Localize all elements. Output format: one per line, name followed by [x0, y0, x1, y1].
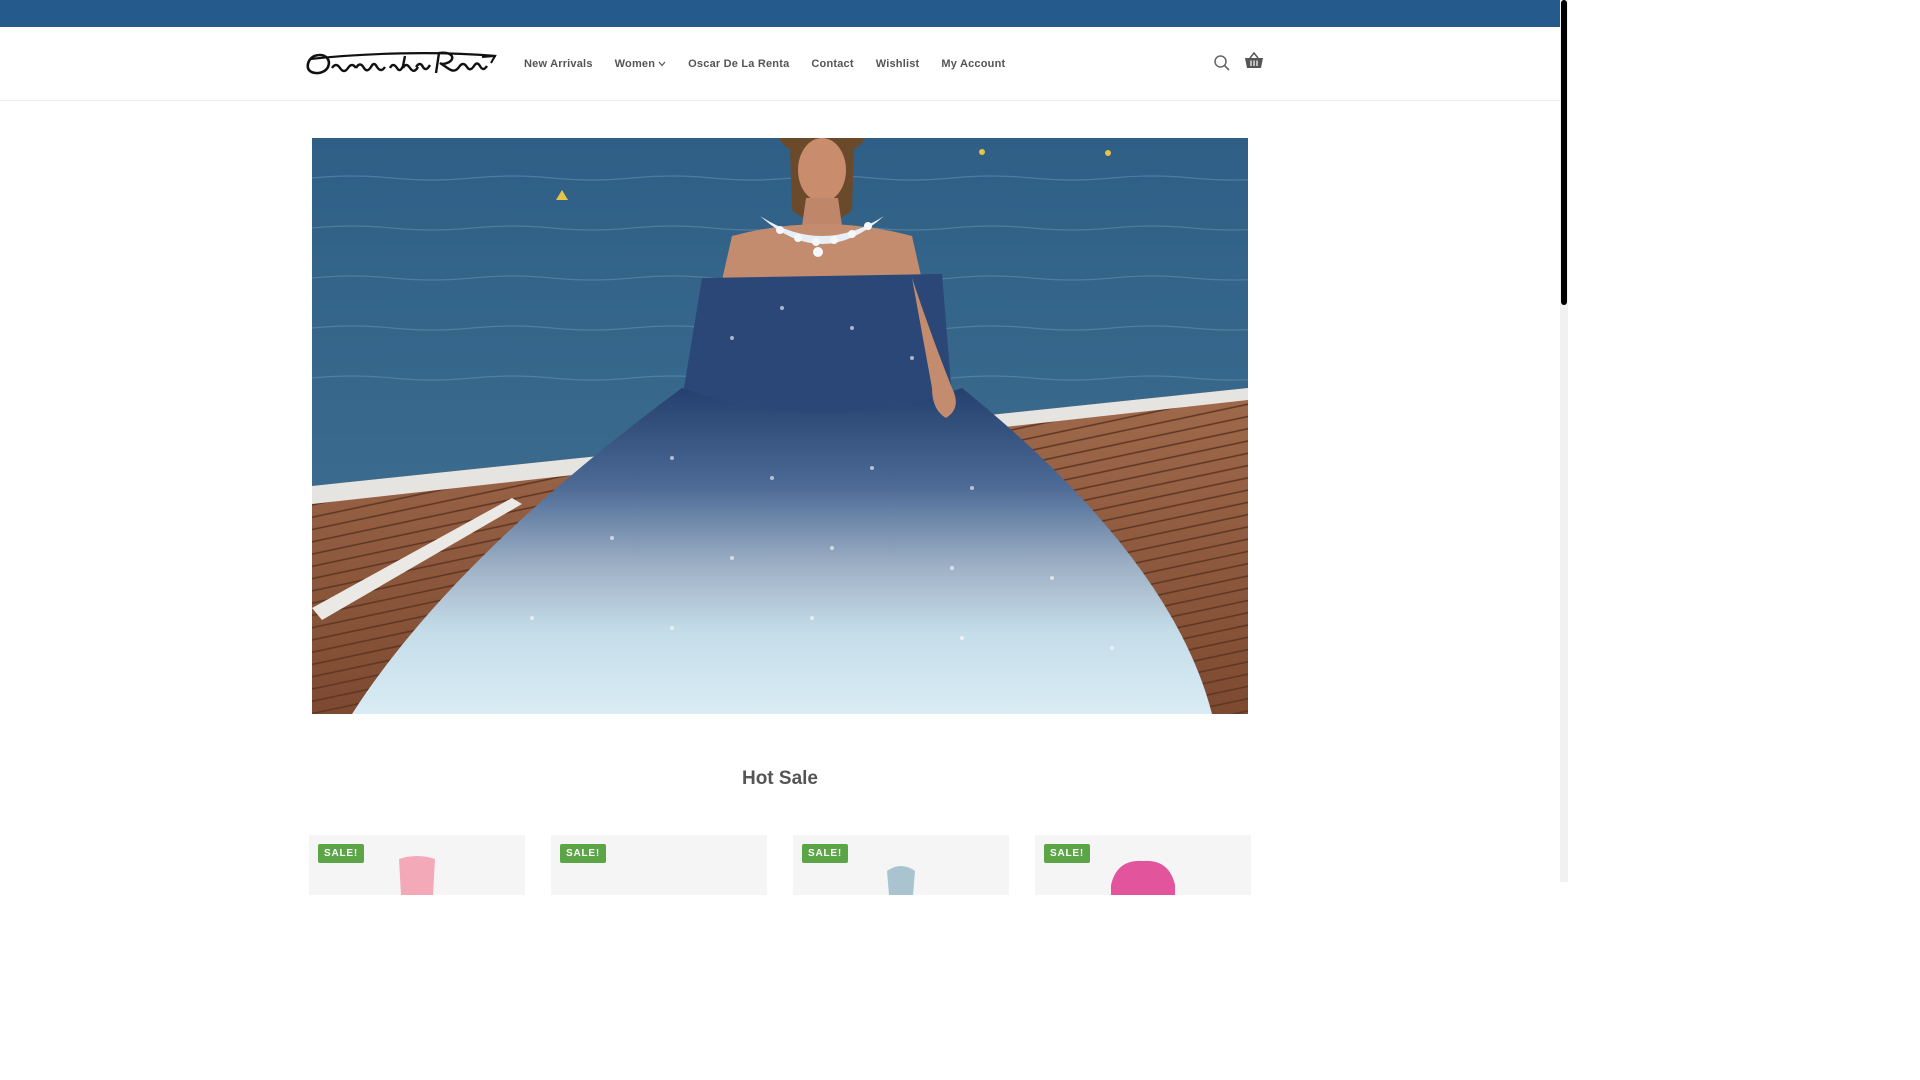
page-scrollbar[interactable]: [1560, 0, 1568, 882]
signature-logo-icon: [306, 51, 497, 75]
product-card[interactable]: SALE!: [793, 835, 1009, 895]
scrollbar-thumb[interactable]: [1561, 0, 1567, 305]
section-title: Hot Sale: [741, 768, 819, 789]
main-navigation: New Arrivals Women Oscar De La Renta Con…: [524, 27, 1027, 101]
site-logo[interactable]: [306, 47, 498, 81]
sale-badge: SALE!: [560, 844, 606, 863]
nav-women-label: Women: [614, 58, 656, 70]
nav-new-arrivals[interactable]: New Arrivals: [524, 58, 593, 70]
site-header: New Arrivals Women Oscar De La Renta Con…: [0, 27, 1560, 101]
product-thumbnail: [635, 855, 683, 895]
announcement-bar: [0, 0, 1560, 27]
product-card[interactable]: SALE!: [309, 835, 525, 895]
nav-contact[interactable]: Contact: [811, 58, 853, 70]
product-thumbnail: [887, 866, 915, 895]
sale-badge: SALE!: [318, 844, 364, 863]
basket-icon[interactable]: [1244, 51, 1264, 70]
nav-oscar-de-la-renta[interactable]: Oscar De La Renta: [688, 58, 789, 70]
nav-women[interactable]: Women: [615, 58, 667, 70]
product-card[interactable]: SALE!: [1035, 835, 1251, 895]
hero-banner[interactable]: [312, 138, 1248, 714]
chevron-down-icon: [658, 61, 666, 67]
product-thumbnail: [1111, 860, 1175, 895]
search-icon[interactable]: [1213, 54, 1231, 72]
nav-wishlist[interactable]: Wishlist: [876, 58, 920, 70]
hero-image: [312, 138, 1248, 714]
product-card[interactable]: SALE!: [551, 835, 767, 895]
sale-badge: SALE!: [1044, 844, 1090, 863]
product-thumbnail: [399, 856, 435, 895]
nav-my-account[interactable]: My Account: [941, 58, 1005, 70]
sale-badge: SALE!: [802, 844, 848, 863]
